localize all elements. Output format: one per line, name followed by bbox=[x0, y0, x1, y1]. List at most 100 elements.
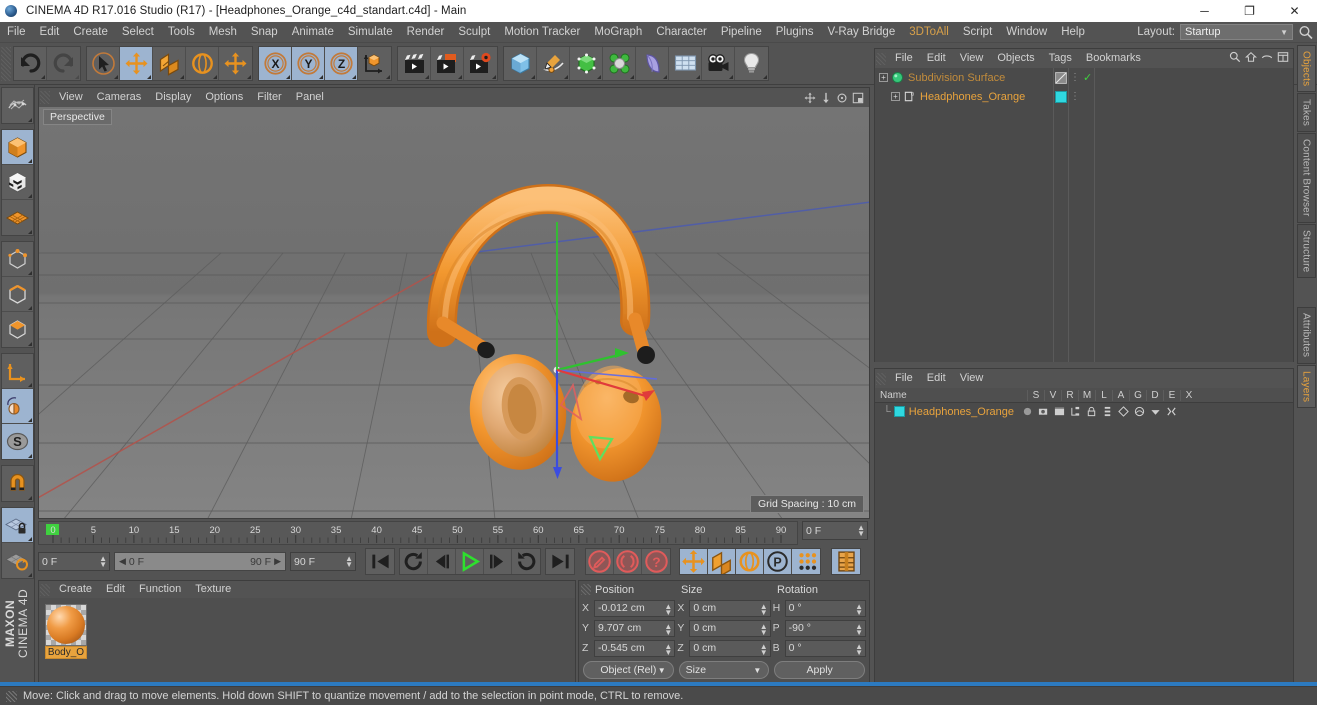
viewport-menu-display[interactable]: Display bbox=[148, 88, 198, 107]
record-active-objects-button[interactable] bbox=[586, 549, 614, 574]
vertical-tab-attributes[interactable]: Attributes bbox=[1297, 307, 1316, 363]
material-menu-function[interactable]: Function bbox=[132, 581, 188, 598]
search-icon[interactable] bbox=[1229, 51, 1241, 66]
viewport-menu-filter[interactable]: Filter bbox=[250, 88, 288, 107]
lock-z-axis[interactable]: Z bbox=[325, 47, 358, 80]
vertical-tab-objects[interactable]: Objects bbox=[1297, 45, 1316, 92]
spinner-icon[interactable]: ▲▼ bbox=[345, 556, 353, 568]
range-right-arrow-icon[interactable]: ▶ bbox=[274, 556, 281, 567]
visibility-check-icon[interactable]: ✓ bbox=[1083, 71, 1092, 84]
menu-item-edit[interactable]: Edit bbox=[33, 22, 67, 43]
rotation-y-field[interactable]: -90 °▲▼ bbox=[785, 620, 866, 637]
material-tag[interactable] bbox=[1055, 91, 1067, 103]
expand-toggle-icon[interactable]: + bbox=[879, 73, 888, 82]
column-header-x[interactable]: X bbox=[1180, 390, 1197, 401]
spinner-icon[interactable]: ▲▼ bbox=[857, 525, 865, 537]
range-left-arrow-icon[interactable]: ◀ bbox=[119, 556, 126, 567]
menu-item-snap[interactable]: Snap bbox=[244, 22, 285, 43]
menu-item-mesh[interactable]: Mesh bbox=[202, 22, 244, 43]
attribute-rows[interactable]: └Headphones_Orange bbox=[875, 403, 1293, 420]
workplane-mode[interactable] bbox=[2, 200, 33, 235]
spinner-icon[interactable]: ▲▼ bbox=[99, 556, 107, 568]
spinner-icon[interactable]: ▲▼ bbox=[760, 644, 768, 656]
hierarchy-icon[interactable] bbox=[1070, 406, 1081, 417]
size-mode-button[interactable]: Size ▼ bbox=[679, 661, 770, 679]
add-generator[interactable] bbox=[570, 47, 603, 80]
status-bar-grip[interactable] bbox=[6, 691, 17, 702]
make-editable[interactable] bbox=[2, 88, 33, 123]
viewport-grip[interactable] bbox=[40, 91, 50, 104]
menu-item-plugins[interactable]: Plugins bbox=[769, 22, 821, 43]
attribute-menu-edit[interactable]: Edit bbox=[920, 369, 953, 388]
menu-item-create[interactable]: Create bbox=[66, 22, 115, 43]
column-header-l[interactable]: L bbox=[1095, 390, 1112, 401]
rotation-z-field[interactable]: 0 °▲▼ bbox=[785, 640, 866, 657]
generator-icon[interactable] bbox=[1118, 406, 1129, 417]
layer-color-swatch[interactable] bbox=[894, 406, 905, 417]
material-menu-texture[interactable]: Texture bbox=[188, 581, 238, 598]
camera-icon[interactable] bbox=[1038, 406, 1049, 417]
keyframe-selection-button[interactable]: ? bbox=[642, 549, 670, 574]
go-to-next-key-button[interactable] bbox=[512, 549, 540, 574]
vertical-tab-content-browser[interactable]: Content Browser bbox=[1297, 133, 1316, 222]
search-icon[interactable] bbox=[1298, 24, 1314, 40]
dot-icon[interactable] bbox=[1022, 406, 1033, 417]
play-button[interactable] bbox=[456, 549, 484, 574]
object-menu-bookmarks[interactable]: Bookmarks bbox=[1079, 49, 1148, 68]
vertical-tab-takes[interactable]: Takes bbox=[1297, 93, 1316, 132]
workplane-rotate[interactable] bbox=[2, 543, 33, 578]
vertical-tab-structure[interactable]: Structure bbox=[1297, 224, 1316, 278]
size-y-field[interactable]: 0 cm▲▼ bbox=[689, 620, 770, 637]
timeline-ruler[interactable]: 051015202530354045505560657075808590 bbox=[38, 521, 798, 545]
column-header-v[interactable]: V bbox=[1044, 390, 1061, 401]
menu-item-help[interactable]: Help bbox=[1054, 22, 1092, 43]
render-icon[interactable] bbox=[1054, 406, 1065, 417]
render-view[interactable] bbox=[398, 47, 431, 80]
autokeying-button[interactable] bbox=[614, 549, 642, 574]
menu-item-sculpt[interactable]: Sculpt bbox=[451, 22, 497, 43]
scale-tool[interactable] bbox=[153, 47, 186, 80]
rotation-key-button[interactable] bbox=[736, 549, 764, 574]
scale-key-button[interactable] bbox=[708, 549, 736, 574]
hide-icon[interactable] bbox=[1261, 51, 1273, 66]
expand-toggle-icon[interactable]: + bbox=[891, 92, 900, 101]
lock-workplane[interactable] bbox=[2, 508, 33, 543]
expression-icon[interactable] bbox=[1150, 406, 1161, 417]
move-alt-tool[interactable] bbox=[219, 47, 252, 80]
timeline-layout-button[interactable] bbox=[832, 549, 860, 574]
spinner-icon[interactable]: ▲▼ bbox=[760, 624, 768, 636]
spinner-icon[interactable]: ▲▼ bbox=[664, 624, 672, 636]
go-to-start-button[interactable] bbox=[366, 549, 394, 574]
menu-item-character[interactable]: Character bbox=[649, 22, 714, 43]
viewport-menu-panel[interactable]: Panel bbox=[289, 88, 331, 107]
move-tool[interactable] bbox=[120, 47, 153, 80]
add-cube-object[interactable] bbox=[504, 47, 537, 80]
material-menu-create[interactable]: Create bbox=[52, 581, 99, 598]
material-menu-edit[interactable]: Edit bbox=[99, 581, 132, 598]
rotate-view-icon[interactable] bbox=[835, 91, 848, 104]
apply-button[interactable]: Apply bbox=[774, 661, 865, 679]
menu-item-select[interactable]: Select bbox=[115, 22, 161, 43]
size-z-field[interactable]: 0 cm▲▼ bbox=[689, 640, 770, 657]
spinner-icon[interactable]: ▲▼ bbox=[664, 604, 672, 616]
menu-item-file[interactable]: File bbox=[0, 22, 33, 43]
world-object-coordinates[interactable] bbox=[358, 47, 391, 80]
lock-x-axis[interactable]: X bbox=[259, 47, 292, 80]
object-menu-tags[interactable]: Tags bbox=[1042, 49, 1079, 68]
viewport-menu-cameras[interactable]: Cameras bbox=[90, 88, 149, 107]
object-manager-divider[interactable] bbox=[1068, 68, 1069, 362]
position-z-field[interactable]: -0.545 cm▲▼ bbox=[594, 640, 675, 657]
render-to-picture-viewer[interactable] bbox=[431, 47, 464, 80]
object-row[interactable]: +0Headphones_Orange⋮ bbox=[875, 87, 1293, 106]
animate-icon[interactable] bbox=[1102, 406, 1113, 417]
spinner-icon[interactable]: ▲▼ bbox=[855, 624, 863, 636]
position-key-button[interactable] bbox=[680, 549, 708, 574]
viewport-menu-view[interactable]: View bbox=[52, 88, 90, 107]
object-tree[interactable]: +Subdivision Surface⋮✓+0Headphones_Orang… bbox=[875, 68, 1293, 362]
add-environment[interactable] bbox=[669, 47, 702, 80]
menu-item-window[interactable]: Window bbox=[999, 22, 1054, 43]
xpresso-icon[interactable] bbox=[1166, 406, 1177, 417]
point-level-animation-button[interactable] bbox=[792, 549, 820, 574]
minimize-button[interactable]: ─ bbox=[1182, 0, 1227, 22]
viewport-menu-options[interactable]: Options bbox=[198, 88, 250, 107]
